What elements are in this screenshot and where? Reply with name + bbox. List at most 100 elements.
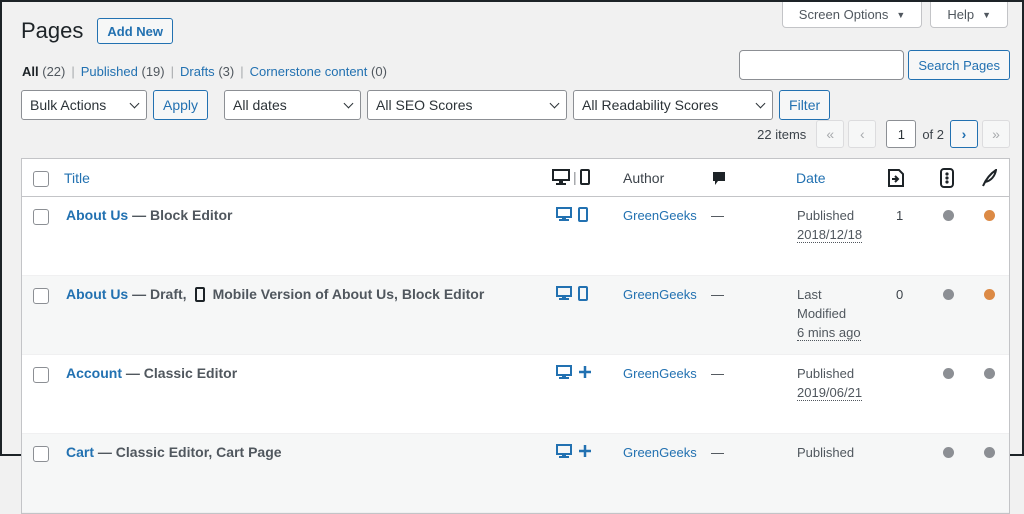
pagination: 22 items « ‹ 1 of 2 › » bbox=[757, 120, 1010, 148]
separator: | bbox=[71, 64, 75, 79]
pages-table: Title | Author Date About Us — Block Edi… bbox=[21, 158, 1010, 514]
device-status bbox=[556, 365, 592, 380]
outgoing-links-icon bbox=[888, 169, 904, 187]
row-checkbox[interactable] bbox=[33, 446, 49, 462]
row-title: Account — Classic Editor bbox=[66, 365, 238, 381]
table-row: Account — Classic Editor GreenGeeks — Pu… bbox=[22, 355, 1009, 434]
device-status bbox=[556, 444, 592, 459]
title-column-header[interactable]: Title bbox=[64, 170, 90, 186]
add-mobile-version-icon[interactable] bbox=[578, 365, 592, 379]
bulk-actions-select[interactable]: Bulk Actions bbox=[21, 90, 147, 120]
caret-down-icon: ▼ bbox=[896, 9, 906, 20]
readability-score-icon bbox=[982, 169, 997, 187]
mobile-icon[interactable] bbox=[578, 286, 588, 301]
date-cell: Last Modified 6 mins ago bbox=[797, 287, 861, 341]
filter-button[interactable]: Filter bbox=[779, 90, 831, 120]
author-link[interactable]: GreenGeeks bbox=[623, 208, 697, 223]
author-link[interactable]: GreenGeeks bbox=[623, 287, 697, 302]
chevron-down-icon bbox=[129, 98, 140, 108]
table-body: About Us — Block Editor GreenGeeks — Pub… bbox=[22, 197, 1009, 513]
title-row: Pages Add New bbox=[21, 18, 174, 44]
seo-scores-select[interactable]: All SEO Scores bbox=[367, 90, 568, 120]
desktop-icon[interactable] bbox=[556, 207, 572, 222]
chevron-down-icon bbox=[343, 98, 354, 108]
view-filters: All (22) | Published (19) | Drafts (3) |… bbox=[22, 64, 387, 79]
total-pages: of 2 bbox=[922, 126, 944, 142]
date-cell: Published 2019/06/21 bbox=[797, 366, 863, 401]
desktop-icon[interactable] bbox=[556, 286, 572, 301]
chevron-down-icon bbox=[755, 98, 766, 108]
comments-icon[interactable] bbox=[712, 171, 726, 187]
links-count: 0 bbox=[896, 287, 904, 302]
row-title: About Us — Draft, Mobile Version of Abou… bbox=[66, 286, 485, 302]
author-link[interactable]: GreenGeeks bbox=[623, 445, 697, 460]
comments-count: — bbox=[711, 287, 724, 302]
table-row: About Us — Draft, Mobile Version of Abou… bbox=[22, 276, 1009, 355]
caret-down-icon: ▼ bbox=[982, 9, 991, 20]
add-new-button[interactable]: Add New bbox=[97, 18, 174, 44]
readability-score-dot bbox=[984, 210, 995, 221]
apply-button[interactable]: Apply bbox=[153, 90, 209, 120]
table-row: Cart — Classic Editor, Cart Page GreenGe… bbox=[22, 434, 1009, 513]
help-tab[interactable]: Help ▼ bbox=[930, 2, 1008, 28]
row-checkbox[interactable] bbox=[33, 367, 49, 383]
row-checkbox[interactable] bbox=[33, 288, 49, 304]
seo-score-icon bbox=[940, 168, 954, 188]
seo-score-dot bbox=[943, 210, 954, 221]
items-count: 22 items bbox=[757, 126, 807, 142]
current-page-input[interactable]: 1 bbox=[886, 120, 917, 148]
author-link[interactable]: GreenGeeks bbox=[623, 366, 697, 381]
comments-count: — bbox=[711, 208, 724, 223]
view-published[interactable]: Published (19) bbox=[81, 64, 165, 79]
help-label: Help bbox=[947, 7, 975, 22]
view-drafts[interactable]: Drafts (3) bbox=[180, 64, 234, 79]
device-column-header: | bbox=[552, 169, 590, 185]
table-header: Title | Author Date bbox=[22, 159, 1009, 197]
search-pages-button[interactable]: Search Pages bbox=[908, 50, 1010, 80]
comments-count: — bbox=[711, 366, 724, 381]
view-cornerstone[interactable]: Cornerstone content (0) bbox=[250, 64, 387, 79]
readability-score-dot bbox=[984, 368, 995, 379]
seo-score-dot bbox=[943, 368, 954, 379]
desktop-icon[interactable] bbox=[556, 365, 572, 380]
row-title-link[interactable]: Account bbox=[66, 365, 122, 381]
readability-score-dot bbox=[984, 447, 995, 458]
date-cell: Published bbox=[797, 445, 855, 460]
links-count: 1 bbox=[896, 208, 904, 223]
screen-meta-tabs: Screen Options ▼ Help ▼ bbox=[781, 2, 1008, 28]
separator: | bbox=[240, 64, 244, 79]
last-page-button: » bbox=[982, 120, 1010, 148]
first-page-button: « bbox=[816, 120, 845, 148]
row-title-link[interactable]: Cart bbox=[66, 444, 94, 460]
device-status bbox=[556, 286, 588, 301]
mobile-icon bbox=[194, 286, 205, 302]
date-column-header[interactable]: Date bbox=[796, 170, 826, 186]
mobile-icon[interactable] bbox=[578, 207, 588, 222]
author-column-header: Author bbox=[623, 170, 665, 186]
prev-page-button: ‹ bbox=[848, 120, 877, 148]
seo-score-dot bbox=[943, 447, 954, 458]
search-input[interactable] bbox=[739, 50, 905, 80]
mobile-icon bbox=[579, 169, 590, 185]
desktop-icon[interactable] bbox=[556, 444, 572, 459]
seo-score-dot bbox=[943, 289, 954, 300]
row-title-link[interactable]: About Us bbox=[66, 207, 128, 223]
comments-count: — bbox=[711, 445, 724, 460]
screen-options-label: Screen Options bbox=[798, 7, 889, 22]
tablenav-top: Bulk Actions Apply All dates All SEO Sco… bbox=[21, 90, 831, 120]
view-all[interactable]: All (22) bbox=[22, 64, 65, 79]
date-cell: Published 2018/12/18 bbox=[797, 208, 863, 243]
next-page-button[interactable]: › bbox=[950, 120, 978, 148]
row-title: About Us — Block Editor bbox=[66, 207, 233, 223]
row-checkbox[interactable] bbox=[33, 209, 49, 225]
desktop-icon bbox=[552, 169, 570, 185]
select-all-checkbox[interactable] bbox=[33, 171, 49, 187]
row-title: Cart — Classic Editor, Cart Page bbox=[66, 444, 282, 460]
row-title-link[interactable]: About Us bbox=[66, 286, 128, 302]
readability-score-dot bbox=[984, 289, 995, 300]
screen-options-tab[interactable]: Screen Options ▼ bbox=[781, 2, 923, 28]
dates-select[interactable]: All dates bbox=[224, 90, 362, 120]
table-row: About Us — Block Editor GreenGeeks — Pub… bbox=[22, 197, 1009, 276]
readability-scores-select[interactable]: All Readability Scores bbox=[573, 90, 774, 120]
device-status bbox=[556, 207, 588, 222]
